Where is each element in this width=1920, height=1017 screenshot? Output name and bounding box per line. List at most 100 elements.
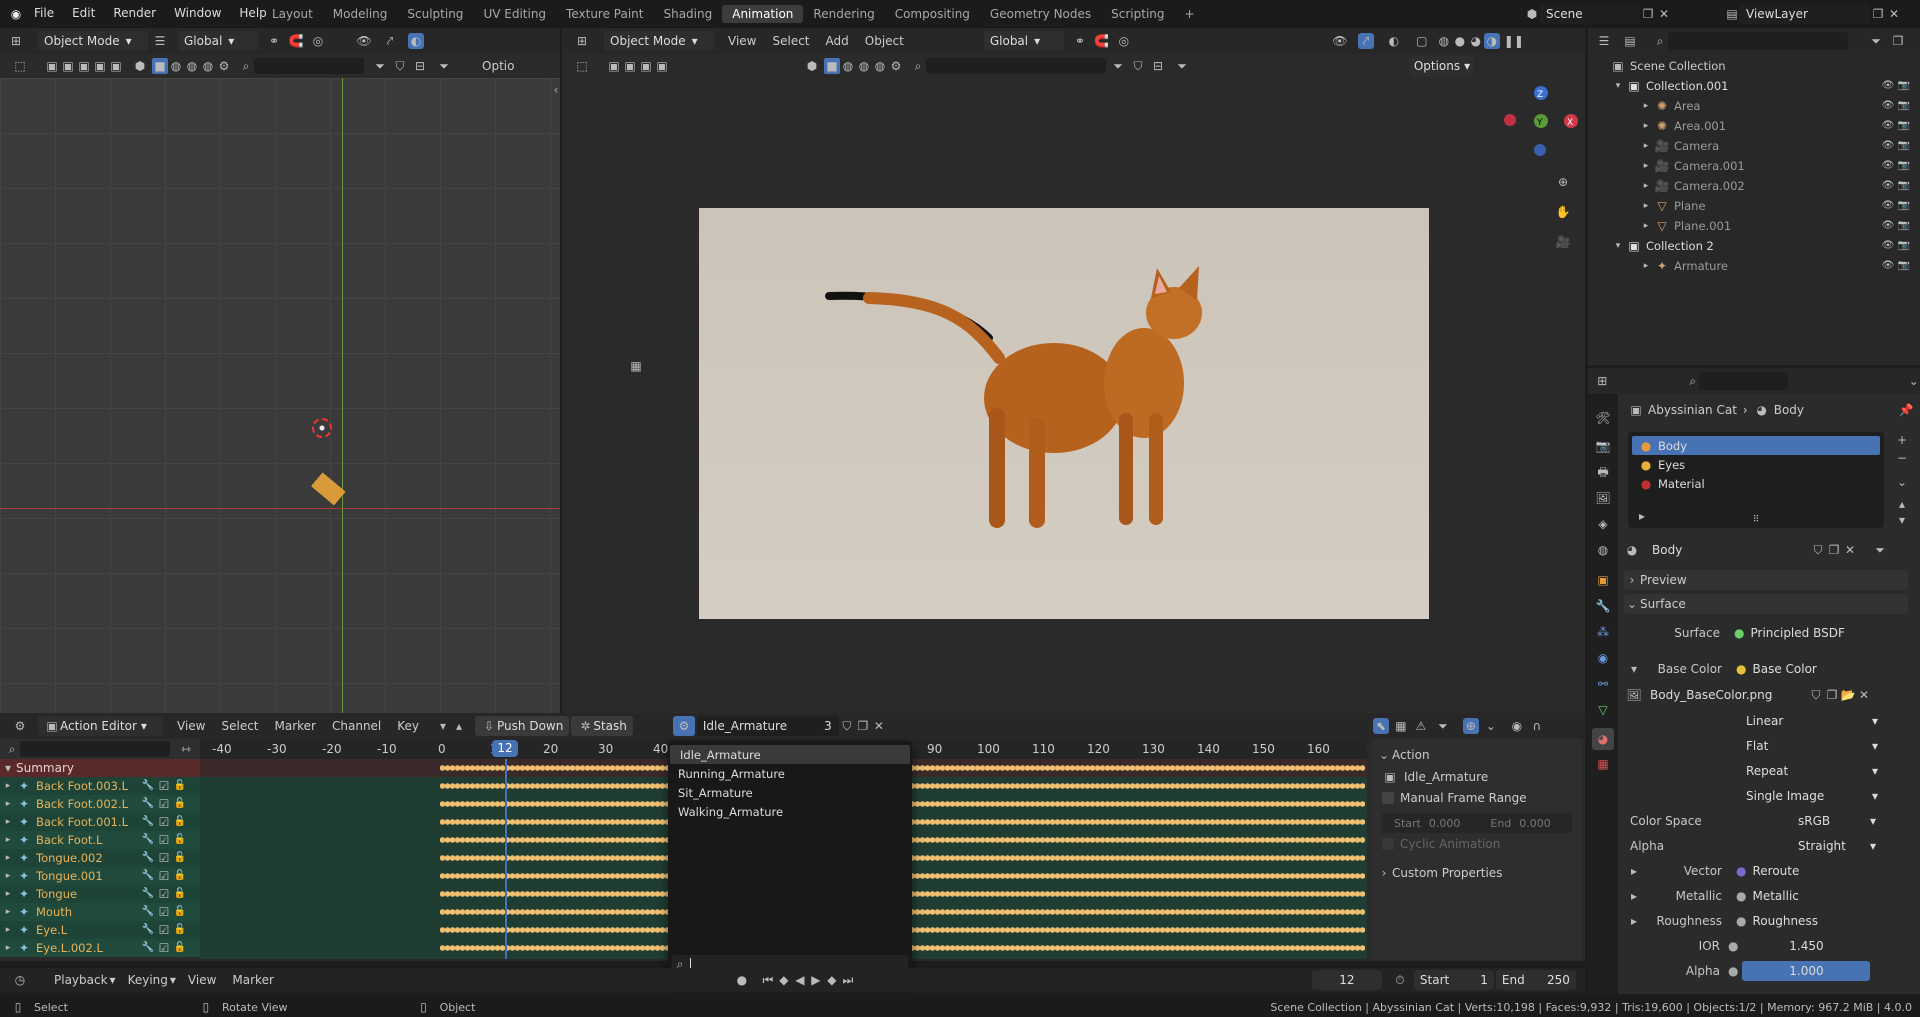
- start-frame-field[interactable]: Start 1: [1413, 970, 1494, 990]
- extension-dropdown[interactable]: Repeat ▾: [1740, 761, 1884, 781]
- channel-row[interactable]: ▸ ✦ Back Foot.L 🔧 ☑ 🔓: [0, 831, 200, 849]
- ior-field[interactable]: 1.450: [1742, 936, 1871, 956]
- material-browse-icon[interactable]: ◕: [1624, 542, 1640, 558]
- snap-icon[interactable]: 🧲: [288, 33, 304, 49]
- render-tab-icon[interactable]: 📷: [1595, 438, 1611, 454]
- push-down-button[interactable]: ⇩ Push Down: [475, 716, 570, 736]
- record-icon[interactable]: ●: [734, 972, 750, 988]
- material-tab-icon[interactable]: ◕: [1592, 728, 1614, 750]
- remove-slot-icon[interactable]: −: [1894, 450, 1910, 466]
- action-panel-header[interactable]: ⌄ Action: [1376, 745, 1578, 765]
- expand-arrow-icon[interactable]: ▸: [1638, 178, 1654, 194]
- hamburger-icon[interactable]: ☰: [152, 33, 168, 49]
- pan-hand-icon[interactable]: ✋: [1555, 204, 1571, 220]
- shading-material-icon[interactable]: ◕: [1468, 33, 1484, 49]
- display-mode-icon[interactable]: ▤: [1622, 33, 1638, 49]
- new-viewlayer-icon[interactable]: ❐: [1870, 6, 1886, 22]
- search-icon[interactable]: ⌕: [4, 741, 20, 757]
- layer-down-icon[interactable]: ▾: [435, 718, 451, 734]
- gear-icon[interactable]: ⚙: [216, 58, 232, 74]
- lock-icon[interactable]: 🔓: [172, 868, 188, 884]
- expand-arrow-icon[interactable]: ▾: [1610, 78, 1626, 94]
- bookmark-icon[interactable]: ⛉: [392, 58, 408, 74]
- new-collection-icon[interactable]: ❐: [1890, 33, 1906, 49]
- expand-arrow-icon[interactable]: ▸: [0, 940, 16, 956]
- proportional-icon[interactable]: ◉: [1509, 718, 1525, 734]
- menu-channel[interactable]: Channel: [332, 719, 381, 733]
- tree-row-area[interactable]: ▸ ✺ Area 👁 📷: [1588, 96, 1920, 116]
- expand-arrow-icon[interactable]: ▾: [1610, 238, 1626, 254]
- new-image-icon[interactable]: ❐: [1824, 687, 1840, 703]
- menu-view[interactable]: View: [188, 973, 216, 987]
- expand-arrow-icon[interactable]: ▸: [1638, 138, 1654, 154]
- eye-icon[interactable]: 👁: [1880, 198, 1896, 214]
- main-options-dropdown[interactable]: Options ▾: [1410, 56, 1474, 76]
- jump-end-icon[interactable]: ⏭: [840, 972, 856, 988]
- only-errors-icon[interactable]: ⚠: [1413, 718, 1429, 734]
- channel-row[interactable]: ▸ ✦ Mouth 🔧 ☑ 🔓: [0, 903, 200, 921]
- render-camera-icon[interactable]: 📷: [1896, 98, 1912, 114]
- menu-marker[interactable]: Marker: [275, 719, 316, 733]
- shading-render-icon[interactable]: ◑: [1483, 33, 1500, 49]
- proportional-edit-icon[interactable]: ◎: [310, 33, 326, 49]
- lock-icon[interactable]: 🔓: [172, 940, 188, 956]
- shading-wire-icon[interactable]: ◍: [840, 58, 856, 74]
- resize-handle-icon[interactable]: ⠿: [1748, 512, 1764, 528]
- modifier-icon[interactable]: 🔧: [140, 886, 156, 902]
- eye-icon[interactable]: 👁: [1880, 258, 1896, 274]
- tab-animation[interactable]: Animation: [722, 5, 804, 23]
- select-tool-icon[interactable]: ⬚: [574, 58, 590, 74]
- end-frame-field[interactable]: End 250: [1495, 970, 1576, 990]
- select-subtract-icon[interactable]: ▣: [76, 58, 92, 74]
- menu-file[interactable]: File: [34, 6, 54, 20]
- channel-row[interactable]: ▸ ✦ Tongue 🔧 ☑ 🔓: [0, 885, 200, 903]
- expand-arrow-icon[interactable]: ▸: [1638, 198, 1654, 214]
- fake-user-icon[interactable]: ⛉: [1810, 542, 1826, 558]
- render-camera-icon[interactable]: 📷: [1896, 238, 1912, 254]
- gizmo-y-dot[interactable]: Y: [1534, 114, 1548, 128]
- select-tool-icon[interactable]: ⬚: [12, 58, 28, 74]
- left-orientation-dropdown[interactable]: Global ▾: [178, 31, 258, 51]
- select-invert-icon[interactable]: ▣: [92, 58, 108, 74]
- view-layer-tab-icon[interactable]: 🖼: [1595, 490, 1611, 506]
- search-icon[interactable]: ⌕: [1687, 373, 1700, 389]
- left-search-input[interactable]: [254, 58, 364, 74]
- object-tab-icon[interactable]: ▣: [1595, 572, 1611, 588]
- expand-arrow-icon[interactable]: ▸: [1634, 508, 1650, 524]
- tree-row-collection-2[interactable]: ▾ ▣ Collection 2 👁 📷: [1588, 236, 1920, 256]
- pin-icon[interactable]: 📌: [1898, 402, 1914, 418]
- lock-icon[interactable]: 🔓: [172, 922, 188, 938]
- outliner-search-input[interactable]: [1668, 32, 1848, 50]
- menu-view[interactable]: View: [728, 34, 756, 48]
- channel-enable-checkbox[interactable]: ☑: [156, 778, 172, 794]
- alpha-mode-dropdown[interactable]: Straight ▾: [1792, 836, 1882, 856]
- channel-row[interactable]: ▸ ✦ Back Foot.003.L 🔧 ☑ 🔓: [0, 777, 200, 795]
- lock-icon[interactable]: 🔓: [172, 904, 188, 920]
- move-up-icon[interactable]: ▴: [1894, 496, 1910, 512]
- expand-arrow-icon[interactable]: ▸: [0, 814, 16, 830]
- tab-compositing[interactable]: Compositing: [885, 5, 980, 23]
- select-intersect-icon[interactable]: ▣: [108, 58, 124, 74]
- editor-type-icon[interactable]: ⚙: [12, 718, 28, 734]
- falloff-icon[interactable]: ∩: [1529, 718, 1545, 734]
- properties-search-input[interactable]: [1699, 372, 1788, 390]
- modifier-tab-icon[interactable]: 🔧: [1595, 598, 1611, 614]
- main-mode-dropdown[interactable]: Object Mode ▾: [604, 31, 714, 51]
- material-slot-body[interactable]: ● Body: [1632, 436, 1880, 455]
- editor-type-icon[interactable]: ⊞: [574, 33, 590, 49]
- render-camera-icon[interactable]: 📷: [1896, 158, 1912, 174]
- menu-window[interactable]: Window: [174, 6, 221, 20]
- overlay-icon[interactable]: ◐: [408, 33, 424, 49]
- tab-scripting[interactable]: Scripting: [1101, 5, 1174, 23]
- tree-row-plane-001[interactable]: ▸ ▽ Plane.001 👁 📷: [1588, 216, 1920, 236]
- lock-icon[interactable]: 🔓: [172, 796, 188, 812]
- select-subtract-icon[interactable]: ▣: [638, 58, 654, 74]
- snap-icon[interactable]: 🧲: [1094, 33, 1110, 49]
- visibility-icon[interactable]: 👁: [356, 33, 372, 49]
- layer-up-icon[interactable]: ▴: [451, 718, 467, 734]
- base-color-field[interactable]: ● Base Color: [1730, 659, 1870, 679]
- material-slot-eyes[interactable]: ● Eyes: [1632, 455, 1880, 474]
- channel-row[interactable]: ▸ ✦ Tongue.001 🔧 ☑ 🔓: [0, 867, 200, 885]
- tree-row-armature[interactable]: ▸ ✦ Armature 👁 📷: [1588, 256, 1920, 276]
- tree-row-camera-002[interactable]: ▸ 🎥 Camera.002 👁 📷: [1588, 176, 1920, 196]
